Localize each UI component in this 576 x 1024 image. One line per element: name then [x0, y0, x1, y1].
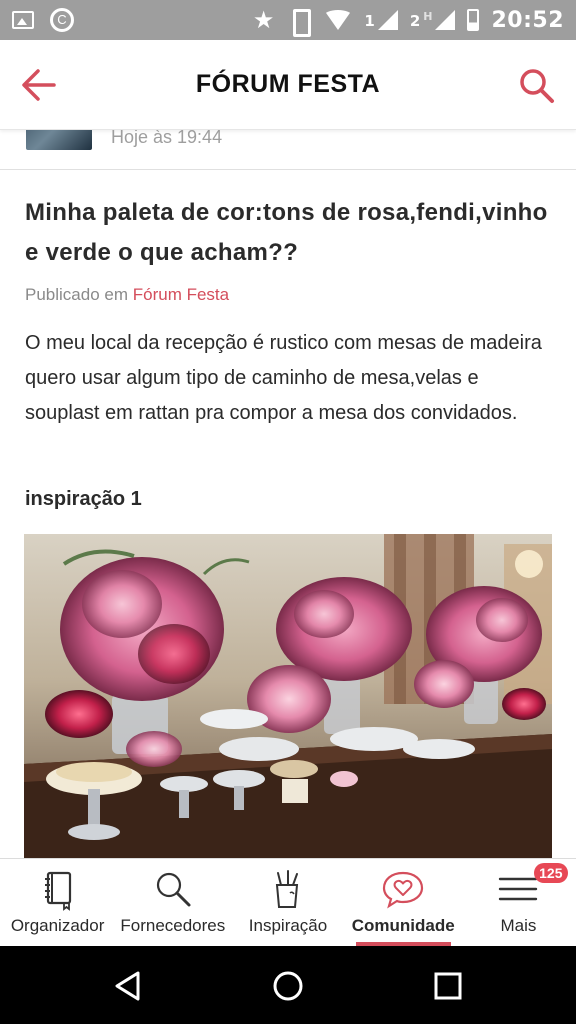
author-row: Hoje às 19:44 [0, 130, 576, 170]
page-title: FÓRUM FESTA [195, 70, 381, 98]
avatar[interactable] [26, 130, 92, 150]
magnifier-icon [156, 872, 191, 907]
heart-chat-icon [383, 871, 424, 909]
home-circle-icon[interactable] [270, 968, 306, 1004]
signal-icon: 2 H [410, 10, 456, 30]
search-icon [520, 69, 554, 103]
nav-comunidade[interactable]: Comunidade [346, 859, 461, 946]
signal-icon: 1 [364, 10, 398, 30]
clock: 20:52 [491, 7, 564, 33]
battery-icon [467, 9, 480, 31]
app-bar: FÓRUM FESTA [0, 40, 576, 130]
post-body: O meu local da recepção é rustico com me… [25, 332, 542, 424]
notebook-icon [44, 871, 71, 911]
post-photo[interactable] [24, 534, 552, 858]
c-app-icon: C [50, 8, 74, 32]
vibrate-icon [286, 9, 312, 37]
signal-1-label: 1 [364, 12, 375, 30]
star-icon: ★ [252, 6, 275, 34]
cup-pencils-icon [275, 870, 299, 908]
back-triangle-icon[interactable] [110, 968, 146, 1004]
nav-fornecedores[interactable]: Fornecedores [115, 859, 230, 946]
nav-inspiracao[interactable]: Inspiração [230, 859, 345, 946]
recents-square-icon[interactable] [430, 968, 466, 1004]
nav-label: Inspiração [248, 916, 328, 935]
wifi-icon [324, 10, 353, 30]
post-meta: Publicado em Fórum Festa [25, 285, 229, 305]
status-bar: C ★ 1 2 H 20:52 [0, 0, 576, 40]
post-title: Minha paleta de cor:tons de rosa,fendi,v… [25, 199, 548, 266]
nav-label: Fornecedores [120, 916, 226, 935]
forum-link[interactable]: Fórum Festa [133, 285, 229, 304]
post-subheading: inspiração 1 [25, 488, 142, 510]
bottom-nav: Organizador Fornecedores Inspiração Comu… [0, 858, 576, 946]
post-meta-prefix: Publicado em [25, 285, 133, 304]
system-nav-bar [0, 946, 576, 1024]
nav-organizador[interactable]: Organizador [0, 859, 115, 946]
network-type-label: H [423, 10, 433, 23]
image-icon [12, 11, 34, 29]
nav-label: Mais [500, 916, 537, 935]
post-date: Hoje às 19:44 [111, 130, 223, 147]
nav-label: Comunidade [351, 916, 455, 935]
nav-mais[interactable]: 125 Mais [461, 859, 576, 946]
nav-label: Organizador [10, 916, 105, 935]
search-button[interactable] [518, 67, 556, 105]
notification-badge: 125 [533, 863, 568, 883]
signal-2-label: 2 [409, 12, 421, 30]
floral-table-image [24, 534, 552, 858]
